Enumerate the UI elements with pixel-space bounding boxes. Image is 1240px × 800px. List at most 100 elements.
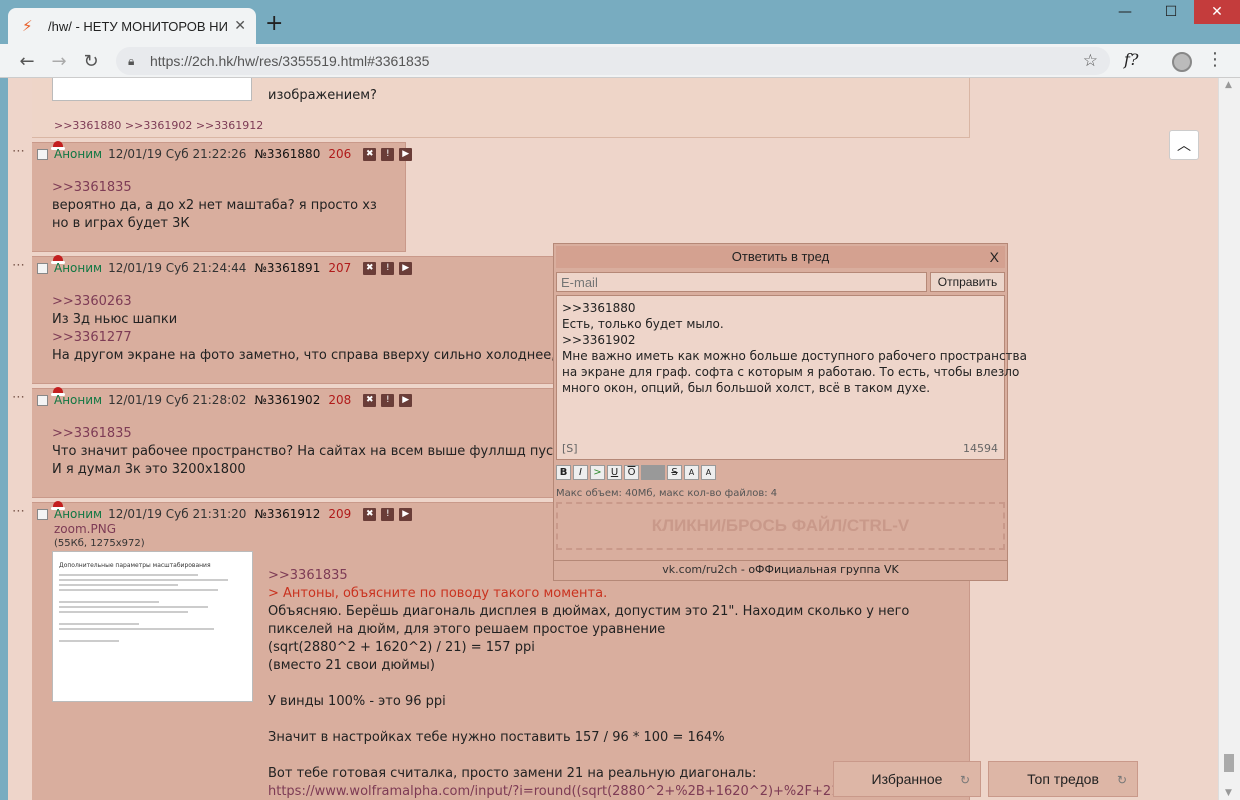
play-icon[interactable]: ▶	[399, 507, 413, 521]
play-icon[interactable]: ▶	[399, 147, 413, 161]
hide-post-icon[interactable]: ✖	[363, 507, 377, 521]
close-reply-button[interactable]: X	[990, 246, 999, 268]
play-icon[interactable]: ▶	[399, 393, 413, 407]
post-count: 207	[328, 261, 352, 275]
top-threads-button[interactable]: Топ тредов ↻	[988, 761, 1138, 797]
attachment-filename[interactable]: zoom.PNG	[54, 522, 116, 536]
address-bar[interactable]: 🔒︎ https://2ch.hk/hw/res/3355519.html#33…	[116, 47, 1110, 75]
post-header: Аноним 12/01/19 Суб 21:24:44 №3361891 20…	[54, 260, 417, 276]
post-line: Вот тебе готовая считалка, просто замени…	[268, 766, 757, 781]
post-count: 209	[328, 507, 352, 521]
extension-icon[interactable]: f?	[1124, 50, 1139, 69]
chevron-up-icon: ︿	[1177, 138, 1191, 154]
post-count: 206	[328, 147, 352, 161]
post-number[interactable]: №3361902	[254, 393, 320, 407]
bold-button[interactable]: B	[556, 465, 571, 480]
tab-bar: ⚡ /hw/ - НЕТУ МОНИТОРОВ НИХ ✕ + — ☐ ✕	[0, 0, 1240, 44]
reply-form-header[interactable]: Ответить в тред X	[556, 246, 1005, 268]
send-button[interactable]: Отправить	[930, 272, 1005, 292]
vk-group-link[interactable]: vk.com/ru2ch	[662, 563, 737, 576]
poster-name: Аноним	[54, 261, 103, 275]
kebab-menu-icon[interactable]: ⋮	[1206, 49, 1224, 70]
minimize-icon[interactable]: —	[1102, 0, 1148, 24]
hide-post-icon[interactable]: ✖	[363, 147, 377, 161]
vk-group-text: - оФФициальная группа VK	[737, 563, 899, 576]
profile-avatar[interactable]	[1172, 52, 1192, 72]
post-select-checkbox[interactable]	[37, 263, 48, 274]
message-textarea[interactable]: >>3361880 Есть, только будет мыло. >>336…	[556, 295, 1027, 460]
report-icon[interactable]: !	[381, 261, 395, 275]
overline-button[interactable]: O	[624, 465, 639, 480]
post-thread-marker: ⋯	[12, 258, 26, 273]
forward-arrow-icon[interactable]: →	[48, 50, 70, 72]
post-header: Аноним 12/01/19 Суб 21:28:02 №3361902 20…	[54, 392, 417, 408]
thumb-line	[59, 574, 199, 576]
maximize-icon[interactable]: ☐	[1148, 0, 1194, 24]
post-reply-link[interactable]: >>3361835	[52, 425, 569, 443]
post-line: (sqrt(2880^2 + 1620^2) / 21) = 157 ppi	[268, 640, 535, 655]
post-number[interactable]: №3361912	[254, 507, 320, 521]
play-icon[interactable]: ▶	[399, 261, 413, 275]
refresh-icon[interactable]: ↻	[1117, 773, 1127, 787]
thumb-line	[59, 601, 159, 603]
post-reply-link[interactable]: >>3361277	[52, 329, 567, 347]
browser-tab[interactable]: ⚡ /hw/ - НЕТУ МОНИТОРОВ НИХ ✕	[8, 8, 256, 44]
italic-button[interactable]: I	[573, 465, 588, 480]
post-line: У винды 100% - это 96 ppi	[268, 694, 446, 709]
message-line: Мне важно иметь как можно больше доступн…	[562, 349, 1027, 363]
thumb-line	[59, 606, 209, 608]
post-line: Из 3д ньюс шапки	[52, 312, 178, 327]
post-reply-link[interactable]: >>3360263	[52, 293, 567, 311]
post-reply-link[interactable]: >>3361835	[52, 179, 377, 197]
scroll-up-arrow-icon[interactable]: ▲	[1225, 80, 1232, 90]
strike-button[interactable]: S	[667, 465, 682, 480]
hide-post-icon[interactable]: ✖	[363, 261, 377, 275]
post-date: 12/01/19 Суб 21:31:20	[108, 507, 247, 521]
post-body: >>3360263 Из 3д ньюс шапки >>3361277 На …	[52, 293, 567, 365]
scroll-down-arrow-icon[interactable]: ▼	[1225, 788, 1232, 798]
op-post-answers[interactable]: >>3361880 >>3361902 >>3361912	[54, 119, 263, 132]
post-select-checkbox[interactable]	[37, 509, 48, 520]
email-input[interactable]	[556, 272, 927, 292]
post-select-checkbox[interactable]	[37, 149, 48, 160]
report-icon[interactable]: !	[381, 393, 395, 407]
post-number[interactable]: №3361891	[254, 261, 320, 275]
spoiler-button[interactable]	[641, 465, 665, 480]
post-date: 12/01/19 Суб 21:24:44	[108, 261, 247, 275]
close-tab-icon[interactable]: ✕	[234, 18, 246, 34]
reload-icon[interactable]: ↻	[80, 50, 102, 72]
post-thread-marker: ⋯	[12, 144, 26, 159]
close-window-icon[interactable]: ✕	[1194, 0, 1240, 24]
op-thumbnail-image[interactable]	[52, 78, 252, 101]
file-dropzone[interactable]: КЛИКНИ/БРОСЬ ФАЙЛ/CTRL-V	[556, 502, 1005, 550]
underline-button[interactable]: U	[607, 465, 622, 480]
post-number[interactable]: №3361880	[254, 147, 320, 161]
page-scrollbar[interactable]: ▲ ▼	[1218, 78, 1240, 800]
attachment-meta: (55Кб, 1275x972)	[54, 538, 145, 549]
quote-button[interactable]: >	[590, 465, 605, 480]
poster-name: Аноним	[54, 147, 103, 161]
post-select-checkbox[interactable]	[37, 395, 48, 406]
post-body: >>3361835 Что значит рабочее пространств…	[52, 425, 569, 479]
post-line-blank	[268, 711, 909, 729]
new-tab-plus-icon[interactable]: +	[265, 13, 283, 35]
refresh-icon[interactable]: ↻	[960, 773, 970, 787]
spoiler-tag[interactable]: [S]	[562, 441, 578, 457]
scroll-to-top-button[interactable]: ︿	[1169, 130, 1199, 160]
wolfram-link[interactable]: https://www.wolframalpha.com/input/?i=ro…	[268, 783, 909, 800]
superscript-button[interactable]: A	[684, 465, 699, 480]
scrollbar-thumb[interactable]	[1224, 754, 1234, 772]
post-line: пикселей на дюйм, для этого решаем прост…	[268, 622, 666, 637]
report-icon[interactable]: !	[381, 507, 395, 521]
report-icon[interactable]: !	[381, 147, 395, 161]
attachment-thumbnail[interactable]: Дополнительные параметры масштабирования	[52, 551, 253, 702]
back-arrow-icon[interactable]: ←	[16, 50, 38, 72]
quick-reply-form: Ответить в тред X Отправить >>3361880 Ес…	[553, 243, 1027, 581]
bookmark-star-icon[interactable]: ☆	[1083, 51, 1098, 71]
post-line: (вместо 21 свои дюймы)	[268, 658, 435, 673]
favorites-button[interactable]: Избранное ↻	[833, 761, 981, 797]
post-line-blank	[268, 675, 909, 693]
hide-post-icon[interactable]: ✖	[363, 393, 377, 407]
subscript-button[interactable]: A	[701, 465, 716, 480]
poster-name: Аноним	[54, 507, 103, 521]
